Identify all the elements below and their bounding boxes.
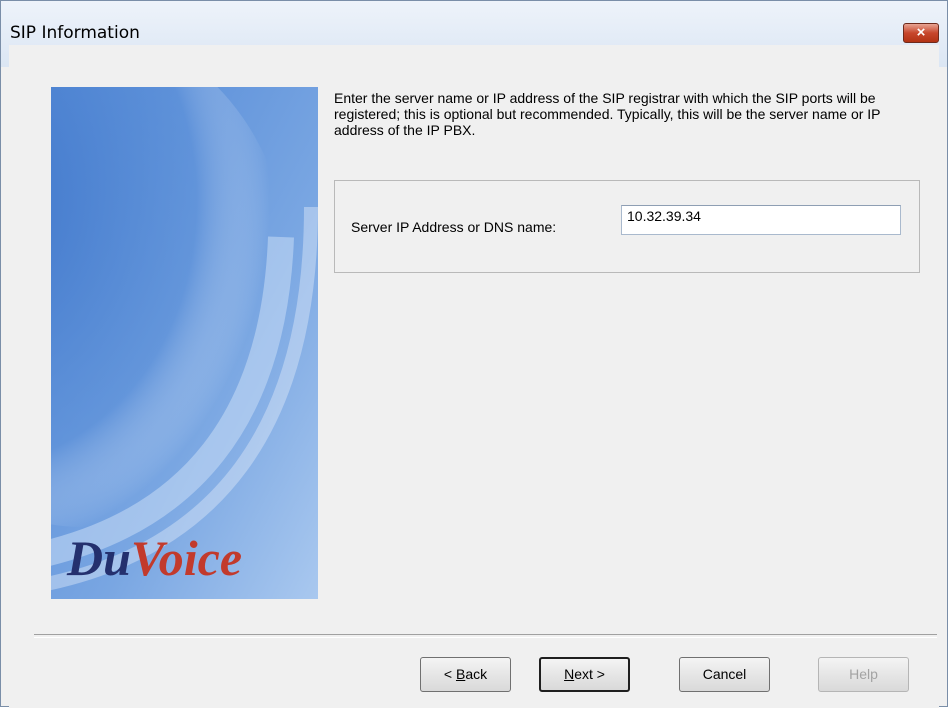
side-banner-image: DuVoice bbox=[51, 87, 318, 599]
server-address-label: Server IP Address or DNS name: bbox=[351, 219, 557, 235]
next-button[interactable]: Next > bbox=[539, 657, 630, 692]
close-button[interactable]: × bbox=[903, 23, 939, 43]
help-button: Help bbox=[818, 657, 909, 692]
back-label: ack bbox=[465, 666, 488, 682]
banner-graphic: DuVoice bbox=[51, 87, 318, 599]
close-icon: × bbox=[916, 24, 926, 41]
instructions-text: Enter the server name or IP address of t… bbox=[334, 90, 881, 138]
dialog-body: DuVoice Enter the server name or IP addr… bbox=[9, 45, 939, 708]
next-mnemonic: N bbox=[564, 666, 575, 682]
back-mnemonic: B bbox=[455, 666, 466, 682]
button-separator bbox=[34, 634, 937, 638]
back-arrow: < bbox=[443, 666, 456, 682]
back-button[interactable]: < Back bbox=[420, 657, 511, 692]
duvoice-logo: DuVoice bbox=[66, 530, 242, 586]
sip-information-dialog: SIP Information × DuVoice Enter the serv… bbox=[0, 0, 948, 708]
window-title: SIP Information bbox=[10, 23, 140, 43]
server-address-input[interactable] bbox=[621, 205, 901, 235]
cancel-button[interactable]: Cancel bbox=[679, 657, 770, 692]
next-label: ext > bbox=[574, 666, 605, 682]
